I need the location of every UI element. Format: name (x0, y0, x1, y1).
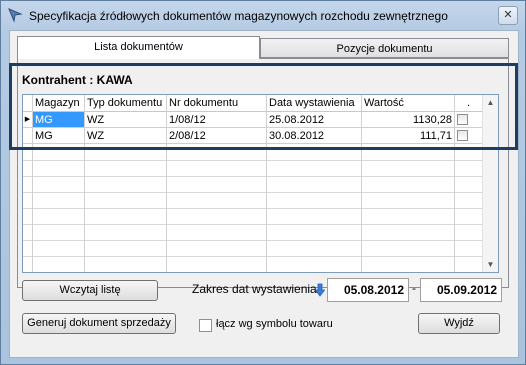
grid-line (23, 240, 483, 241)
documents-grid[interactable]: Magazyn Typ dokumentu Nr dokumentu Data … (22, 94, 499, 273)
dialog-client-area: Lista dokumentów Pozycje dokumentu Kontr… (9, 30, 519, 358)
date-from-field[interactable]: 05.08.2012 (327, 278, 409, 302)
merge-by-symbol-label: łącz wg symbolu towaru (216, 318, 333, 330)
cell-wartosc[interactable]: 1130,28 (362, 112, 455, 128)
cell-nr[interactable]: 1/08/12 (167, 112, 267, 128)
load-list-button[interactable]: Wczytaj listę (22, 280, 158, 301)
cell-nr[interactable]: 2/08/12 (167, 128, 267, 144)
sort-down-arrow-icon[interactable] (315, 283, 325, 297)
grid-column-line (166, 95, 167, 272)
grid-line (23, 256, 483, 257)
cell-data[interactable]: 25.08.2012 (267, 112, 362, 128)
close-button[interactable]: ✕ (498, 6, 518, 25)
window-title: Specyfikacja źródłowych dokumentów magaz… (29, 9, 448, 23)
column-header-wartosc[interactable]: Wartość (362, 95, 455, 111)
date-separator: - (412, 281, 416, 295)
cell-data[interactable]: 30.08.2012 (267, 128, 362, 144)
grid-line (23, 192, 483, 193)
cell-check (455, 112, 483, 128)
table-row[interactable]: MG WZ 2/08/12 30.08.2012 111,71 (23, 128, 483, 144)
row-checkbox[interactable] (457, 114, 468, 125)
grid-column-line (84, 95, 85, 272)
tab-lista-dokumentow[interactable]: Lista dokumentów (17, 36, 260, 59)
column-header-data[interactable]: Data wystawienia (267, 95, 362, 111)
grid-column-line (266, 95, 267, 272)
cell-check (455, 128, 483, 144)
date-range-label: Zakres dat wystawienia (192, 282, 317, 296)
grid-column-line (32, 95, 33, 272)
tab-panel: Kontrahent : KAWA Magazyn Typ dokumentu … (17, 58, 509, 288)
title-bar: Specyfikacja źródłowych dokumentów magaz… (1, 1, 525, 29)
grid-column-line (454, 95, 455, 272)
cell-wartosc[interactable]: 111,71 (362, 128, 455, 144)
grid-line (23, 176, 483, 177)
grid-vertical-scrollbar[interactable]: ▲ ▼ (482, 95, 498, 272)
tab-pozycje-dokumentu[interactable]: Pozycje dokumentu (260, 38, 509, 58)
scroll-down-icon[interactable]: ▼ (483, 257, 498, 272)
grid-header: Magazyn Typ dokumentu Nr dokumentu Data … (23, 95, 483, 112)
column-header-magazyn[interactable]: Magazyn (33, 95, 85, 111)
cell-typ[interactable]: WZ (85, 128, 167, 144)
dialog-window: Specyfikacja źródłowych dokumentów magaz… (0, 0, 526, 365)
kontrahent-label: Kontrahent : KAWA (22, 73, 133, 87)
scroll-up-icon[interactable]: ▲ (483, 95, 498, 110)
table-row[interactable]: ▶ MG WZ 1/08/12 25.08.2012 1130,28 (23, 112, 483, 128)
row-checkbox[interactable] (457, 130, 468, 141)
app-arrow-icon (8, 8, 23, 23)
grid-line (23, 208, 483, 209)
grid-line (23, 224, 483, 225)
generate-sales-document-button[interactable]: Generuj dokument sprzedaży (22, 313, 176, 334)
cell-magazyn[interactable]: MG (33, 112, 85, 128)
cell-typ[interactable]: WZ (85, 112, 167, 128)
column-header-typ[interactable]: Typ dokumentu (85, 95, 167, 111)
cell-magazyn[interactable]: MG (33, 128, 85, 144)
merge-by-symbol-checkbox[interactable] (199, 319, 212, 332)
grid-column-line (361, 95, 362, 272)
column-header-nr[interactable]: Nr dokumentu (167, 95, 267, 111)
date-to-field[interactable]: 05.09.2012 (420, 278, 502, 302)
exit-button[interactable]: Wyjdź (418, 313, 500, 334)
column-header-check[interactable]: . (455, 95, 483, 111)
grid-line (23, 160, 483, 161)
